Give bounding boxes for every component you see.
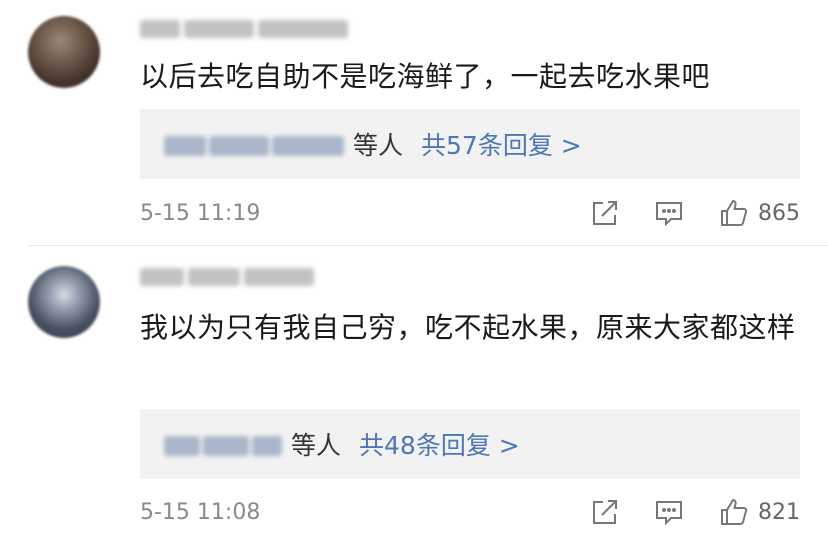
reply-usernames-blurred	[164, 433, 285, 456]
comment-text: 我以为只有我自己穷，吃不起水果，原来大家都这样	[140, 311, 796, 344]
avatar[interactable]	[28, 266, 100, 338]
reply-summary[interactable]: 等人 共48条回复 >	[140, 409, 800, 479]
share-icon	[593, 500, 617, 524]
comment-meta: 5-15 11:08 821	[140, 492, 800, 532]
thumbs-up-icon	[721, 499, 748, 525]
like-count: 821	[758, 499, 800, 525]
timestamp: 5-15 11:08	[140, 499, 261, 525]
like-button[interactable]: 821	[718, 496, 800, 528]
comment-icon	[656, 501, 682, 526]
share-button[interactable]	[590, 497, 620, 527]
reply-suffix: 等人	[291, 431, 342, 460]
comment-button[interactable]	[654, 497, 684, 527]
username-blurred[interactable]	[140, 268, 318, 290]
comment-item: 我以为只有我自己穷，吃不起水果，原来大家都这样 等人 共48条回复 > 5-15…	[0, 0, 828, 526]
reply-count-link[interactable]: 共48条回复 >	[359, 426, 520, 462]
